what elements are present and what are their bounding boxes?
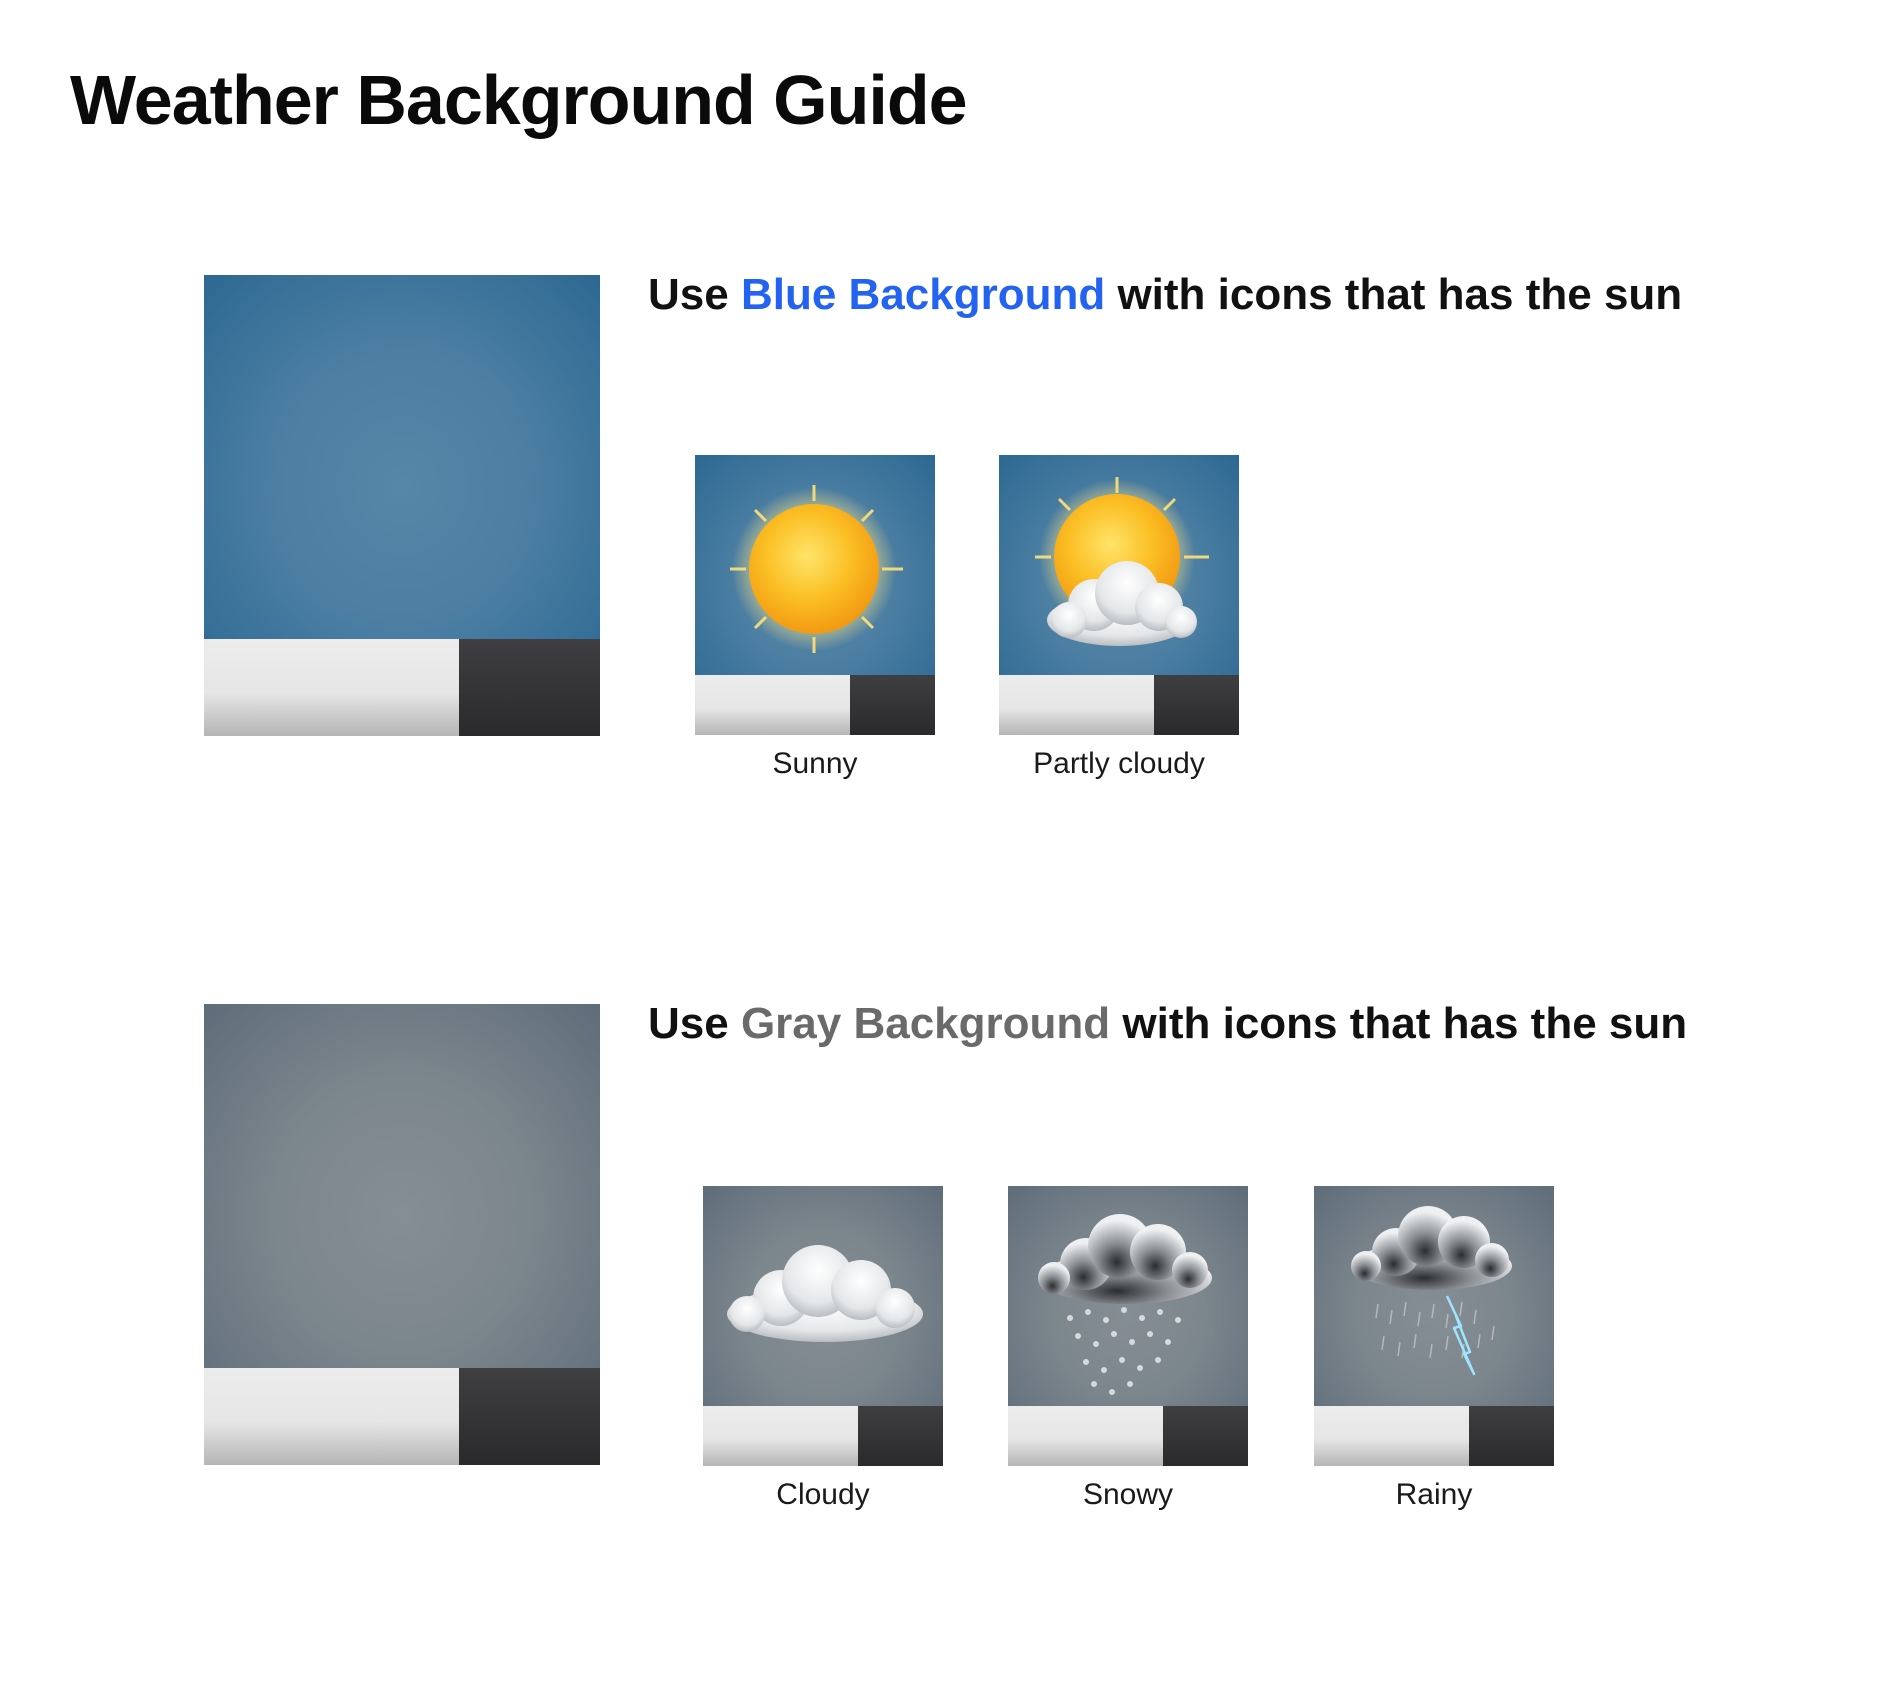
tile-caption-cloudy: Cloudy	[776, 1478, 870, 1511]
light-bar	[204, 1368, 460, 1465]
light-bar	[204, 639, 460, 736]
heading-suffix: with icons that has the sun	[1105, 270, 1683, 319]
gray-sky-area	[204, 1004, 600, 1368]
heading-suffix: with icons that has the sun	[1110, 999, 1688, 1048]
heading-highlight-gray: Gray Background	[740, 999, 1111, 1048]
tile-cloudy	[703, 1186, 943, 1466]
dark-bar	[459, 639, 600, 736]
light-bar	[695, 675, 850, 735]
tile-rainy	[1314, 1186, 1554, 1466]
blue-background-swatch	[204, 275, 600, 736]
page-title: Weather Background Guide	[70, 61, 968, 139]
dark-bar	[857, 1406, 943, 1466]
heading-prefix: Use	[648, 270, 741, 319]
dark-bar	[1162, 1406, 1248, 1466]
dark-bar	[849, 675, 935, 735]
light-bar	[1008, 1406, 1163, 1466]
snow-cloud-icon	[1038, 1214, 1212, 1395]
heading-prefix: Use	[648, 999, 741, 1048]
tile-partly-cloudy	[999, 455, 1239, 735]
tile-caption-rainy: Rainy	[1395, 1478, 1473, 1511]
section-heading-blue: Use Blue Background with icons that has …	[648, 270, 1682, 320]
light-bar	[703, 1406, 858, 1466]
gray-background-swatch	[204, 1004, 600, 1465]
section-heading-gray: Use Gray Background with icons that has …	[648, 999, 1687, 1049]
light-bar	[1314, 1406, 1469, 1466]
dark-bar	[1468, 1406, 1554, 1466]
dark-bar	[459, 1368, 600, 1465]
tile-caption-partly-cloudy: Partly cloudy	[1033, 747, 1205, 780]
dark-bar	[1153, 675, 1239, 735]
tile-snowy	[1008, 1186, 1248, 1466]
tile-caption-sunny: Sunny	[772, 747, 858, 780]
storm-cloud-icon	[1351, 1206, 1512, 1376]
tile-sunny	[695, 455, 935, 735]
sun-icon	[730, 485, 903, 653]
blue-sky-area	[204, 275, 600, 639]
cloud-icon	[727, 1245, 923, 1342]
light-bar	[999, 675, 1154, 735]
tile-caption-snowy: Snowy	[1082, 1478, 1174, 1511]
partly-cloudy-icon	[1035, 477, 1209, 646]
heading-highlight-blue: Blue Background	[740, 270, 1106, 319]
